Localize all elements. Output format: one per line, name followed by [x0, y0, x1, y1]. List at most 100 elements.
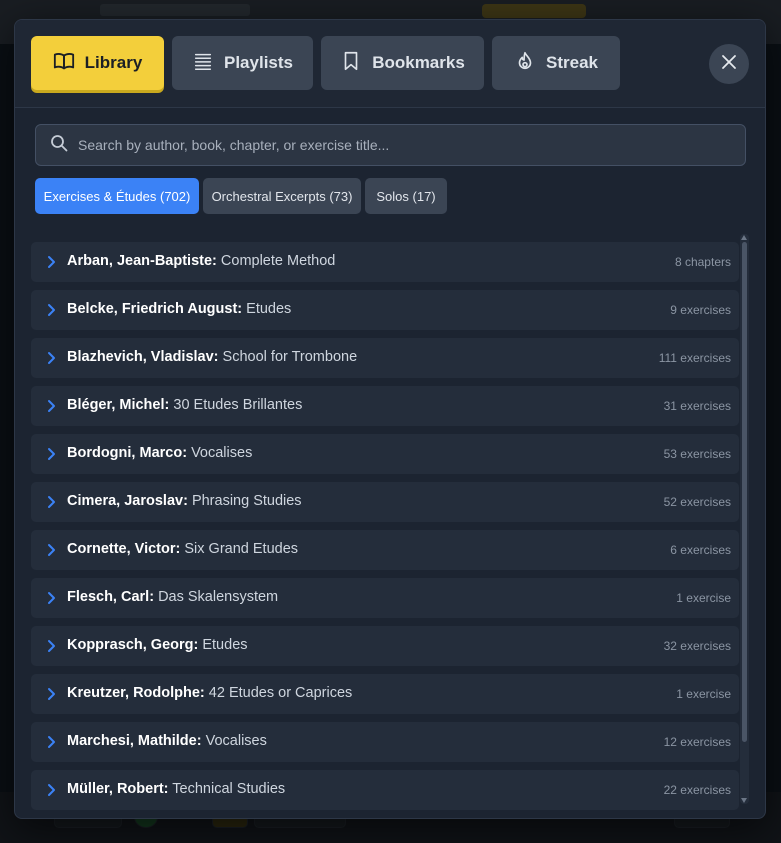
- library-row[interactable]: Müller, Robert: Technical Studies 22 exe…: [31, 770, 739, 810]
- tab-library[interactable]: Library: [31, 36, 164, 90]
- row-count: 6 exercises: [670, 543, 731, 557]
- row-title: Bordogni, Marco: Vocalises: [67, 445, 252, 461]
- chevron-right-icon: [43, 686, 59, 702]
- row-count: 1 exercise: [676, 687, 731, 701]
- chevron-right-icon: [43, 302, 59, 318]
- row-author: Cornette, Victor:: [67, 541, 181, 557]
- row-author: Flesch, Carl:: [67, 589, 155, 605]
- close-icon: [721, 54, 737, 74]
- row-count: 111 exercises: [658, 351, 731, 365]
- chevron-right-icon: [43, 782, 59, 798]
- row-book: School for Trombone: [222, 349, 358, 365]
- chevron-right-icon: [43, 350, 59, 366]
- row-title: Kreutzer, Rodolphe: 42 Etudes or Caprice…: [67, 685, 352, 701]
- library-row[interactable]: Kreutzer, Rodolphe: 42 Etudes or Caprice…: [31, 674, 739, 714]
- row-author: Kreutzer, Rodolphe:: [67, 685, 205, 701]
- scrollbar-thumb[interactable]: [742, 242, 747, 742]
- chevron-right-icon: [43, 398, 59, 414]
- row-book: Vocalises: [191, 445, 253, 461]
- chevron-right-icon: [43, 542, 59, 558]
- library-row[interactable]: Flesch, Carl: Das Skalensystem 1 exercis…: [31, 578, 739, 618]
- tab-playlists[interactable]: Playlists: [172, 36, 313, 90]
- library-row[interactable]: Cornette, Victor: Six Grand Etudes 6 exe…: [31, 530, 739, 570]
- library-row[interactable]: Arban, Jean-Baptiste: Complete Method 8 …: [31, 242, 739, 282]
- search-input[interactable]: [78, 137, 745, 153]
- library-row[interactable]: Bordogni, Marco: Vocalises 53 exercises: [31, 434, 739, 474]
- row-count: 53 exercises: [663, 447, 731, 461]
- search-icon: [50, 134, 68, 156]
- row-author: Blazhevich, Vladislav:: [67, 349, 219, 365]
- list-icon: [192, 50, 214, 77]
- row-title: Cornette, Victor: Six Grand Etudes: [67, 541, 298, 557]
- list-scrollbar[interactable]: [740, 234, 749, 804]
- row-author: Belcke, Friedrich August:: [67, 301, 243, 317]
- row-author: Marchesi, Mathilde:: [67, 733, 202, 749]
- library-row[interactable]: Cimera, Jaroslav: Phrasing Studies 52 ex…: [31, 482, 739, 522]
- tab-library-label: Library: [84, 53, 143, 72]
- row-title: Arban, Jean-Baptiste: Complete Method: [67, 253, 335, 269]
- row-author: Kopprasch, Georg:: [67, 637, 199, 653]
- library-row[interactable]: Kopprasch, Georg: Etudes 32 exercises: [31, 626, 739, 666]
- bookmark-icon: [340, 50, 362, 77]
- row-book: Das Skalensystem: [158, 589, 279, 605]
- row-count: 12 exercises: [663, 735, 731, 749]
- row-title: Kopprasch, Georg: Etudes: [67, 637, 248, 653]
- modal-header: Library Playlists Bookmarks Streak: [15, 20, 765, 108]
- row-title: Marchesi, Mathilde: Vocalises: [67, 733, 267, 749]
- tab-bookmarks-label: Bookmarks: [372, 53, 465, 72]
- row-count: 22 exercises: [663, 783, 731, 797]
- row-book: Vocalises: [205, 733, 267, 749]
- chevron-right-icon: [43, 254, 59, 270]
- row-book: 30 Etudes Brillantes: [173, 397, 303, 413]
- row-title: Cimera, Jaroslav: Phrasing Studies: [67, 493, 302, 509]
- tab-streak[interactable]: Streak: [492, 36, 620, 90]
- row-count: 32 exercises: [663, 639, 731, 653]
- row-count: 31 exercises: [663, 399, 731, 413]
- row-title: Flesch, Carl: Das Skalensystem: [67, 589, 278, 605]
- row-title: Belcke, Friedrich August: Etudes: [67, 301, 291, 317]
- row-count: 8 chapters: [674, 255, 731, 269]
- library-row[interactable]: Blazhevich, Vladislav: School for Trombo…: [31, 338, 739, 378]
- filter-orchestral-excerpts[interactable]: Orchestral Excerpts (73): [203, 178, 361, 214]
- row-author: Bordogni, Marco:: [67, 445, 188, 461]
- row-book: Six Grand Etudes: [184, 541, 299, 557]
- library-row[interactable]: Belcke, Friedrich August: Etudes 9 exerc…: [31, 290, 739, 330]
- row-title: Müller, Robert: Technical Studies: [67, 781, 285, 797]
- search-bar: [35, 124, 746, 166]
- chevron-right-icon: [43, 590, 59, 606]
- chevron-right-icon: [43, 494, 59, 510]
- library-modal: Library Playlists Bookmarks Streak Searc…: [14, 19, 766, 819]
- close-button[interactable]: [709, 44, 749, 84]
- row-book: Complete Method: [220, 253, 336, 269]
- row-count: 1 exercise: [676, 591, 731, 605]
- flame-icon: [514, 50, 536, 77]
- library-row[interactable]: Marchesi, Mathilde: Vocalises 12 exercis…: [31, 722, 739, 762]
- row-book: Phrasing Studies: [191, 493, 302, 509]
- filter-solos[interactable]: Solos (17): [365, 178, 447, 214]
- book-open-icon: [53, 50, 75, 77]
- row-count: 9 exercises: [670, 303, 731, 317]
- row-author: Cimera, Jaroslav:: [67, 493, 188, 509]
- row-book: Etudes: [246, 301, 292, 317]
- row-book: Etudes: [202, 637, 248, 653]
- tab-playlists-label: Playlists: [224, 53, 293, 72]
- library-row[interactable]: Bléger, Michel: 30 Etudes Brillantes 31 …: [31, 386, 739, 426]
- row-author: Müller, Robert:: [67, 781, 169, 797]
- tab-bookmarks[interactable]: Bookmarks: [321, 36, 484, 90]
- scroll-down-icon[interactable]: [741, 798, 747, 803]
- chevron-right-icon: [43, 638, 59, 654]
- filter-label: Solos (17): [376, 188, 436, 204]
- tab-streak-label: Streak: [546, 53, 598, 72]
- scroll-up-icon[interactable]: [741, 235, 747, 240]
- row-title: Blazhevich, Vladislav: School for Trombo…: [67, 349, 357, 365]
- row-count: 52 exercises: [663, 495, 731, 509]
- row-author: Arban, Jean-Baptiste:: [67, 253, 217, 269]
- row-title: Bléger, Michel: 30 Etudes Brillantes: [67, 397, 302, 413]
- row-author: Bléger, Michel:: [67, 397, 170, 413]
- filter-label: Exercises & Études (702): [43, 188, 191, 204]
- filter-exercises-etudes[interactable]: Exercises & Études (702): [35, 178, 199, 214]
- row-book: Technical Studies: [172, 781, 286, 797]
- row-book: 42 Etudes or Caprices: [208, 685, 353, 701]
- filter-label: Orchestral Excerpts (73): [211, 188, 353, 204]
- chevron-right-icon: [43, 446, 59, 462]
